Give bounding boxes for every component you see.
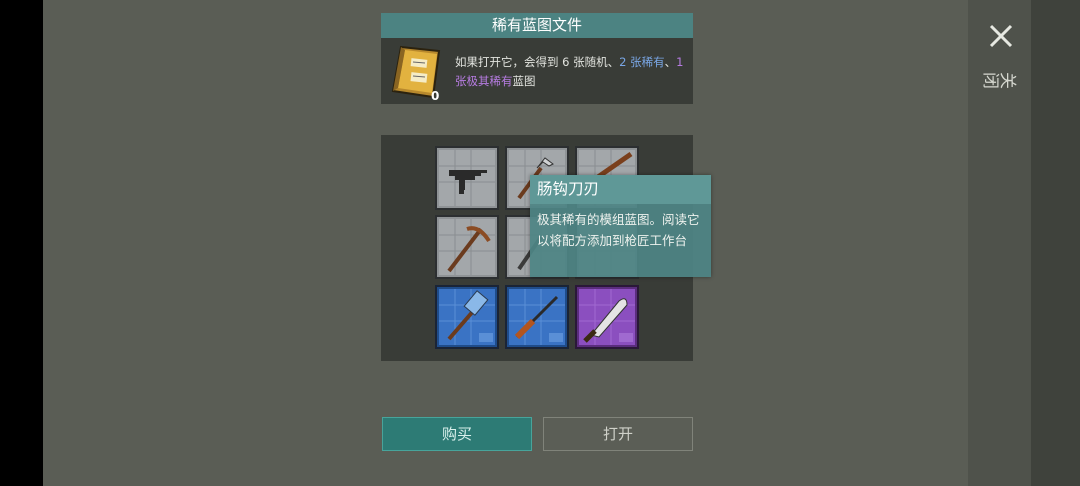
close-label[interactable]: 关闭 [983, 63, 1017, 88]
sledgehammer-icon [435, 285, 499, 349]
desc-separator: 、 [664, 55, 677, 69]
blueprint-sledgehammer[interactable] [435, 285, 499, 349]
buy-button[interactable]: 购买 [382, 417, 532, 451]
blueprint-hunting-rifle[interactable] [505, 285, 569, 349]
close-x-icon [989, 24, 1013, 48]
blueprint-uzi[interactable] [435, 146, 499, 210]
tooltip-body: 极其稀有的模组蓝图。阅读它以将配方添加到枪匠工作台 [537, 212, 700, 248]
left-black-bar [0, 0, 43, 486]
tooltip-title: 肠钩刀刃 [530, 175, 711, 204]
item-tooltip: 肠钩刀刃 极其稀有的模组蓝图。阅读它以将配方添加到枪匠工作台 [530, 175, 711, 277]
open-button[interactable]: 打开 [543, 417, 693, 451]
blueprint-file-info: 稀有蓝图文件 0 如果打开它，会得到 6 张随机、2 张稀有、1 张极其稀有蓝图 [381, 13, 693, 104]
rifle-icon [505, 285, 569, 349]
info-description: 如果打开它，会得到 6 张随机、2 张稀有、1 张极其稀有蓝图 [455, 53, 687, 91]
pickaxe-icon [435, 215, 499, 279]
right-edge-bar [1031, 0, 1080, 486]
uzi-icon [435, 146, 499, 210]
desc-text: 如果打开它，会得到 6 张随机、 [455, 55, 620, 69]
blueprint-machete[interactable] [575, 285, 639, 349]
close-button[interactable] [985, 20, 1017, 52]
info-title: 稀有蓝图文件 [381, 13, 693, 38]
desc-tail: 蓝图 [512, 74, 536, 88]
machete-icon [575, 285, 639, 349]
desc-rare-count: 2 张稀有 [619, 55, 665, 69]
file-count: 0 [431, 89, 440, 103]
blueprint-pickaxe[interactable] [435, 215, 499, 279]
